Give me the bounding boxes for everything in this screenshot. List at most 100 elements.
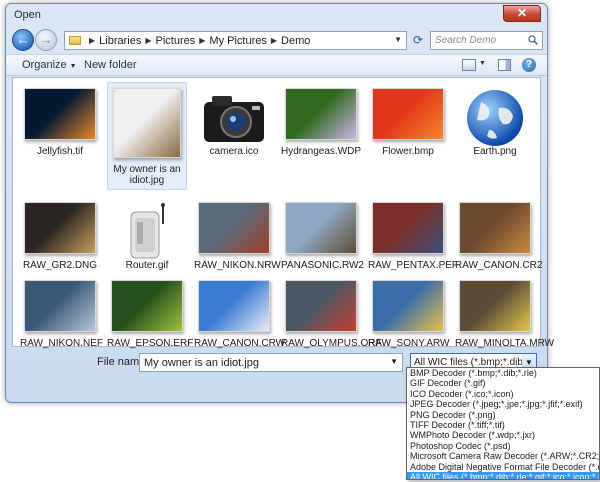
breadcrumb-libraries[interactable]: Libraries [99, 35, 141, 47]
camera-icon [198, 88, 270, 142]
file-item[interactable]: RAW_OLYMPUS.ORF [281, 280, 382, 349]
file-name-input[interactable]: My owner is an idiot.jpg ▼ [139, 353, 403, 372]
globe-icon [459, 88, 531, 146]
navigation-bar: ← → ▶ Libraries ▶ Pictures ▶ My Pictures… [6, 26, 547, 54]
preview-pane-icon[interactable] [498, 59, 511, 71]
file-item[interactable]: Jellyfish.tif [20, 88, 100, 157]
file-item[interactable]: PANASONIC.RW2 [281, 202, 364, 271]
file-thumbnail [24, 202, 96, 254]
file-name: Hydrangeas.WDP [281, 146, 362, 157]
file-type-option[interactable]: GIF Decoder (*.gif) [407, 378, 599, 388]
title-bar: Open ✕ [6, 4, 547, 26]
file-type-option[interactable]: TIFF Decoder (*.tiff;*.tif) [407, 420, 599, 430]
file-thumbnail [113, 88, 181, 158]
file-name: RAW_CANON.CRW [194, 338, 286, 349]
file-name-value: My owner is an idiot.jpg [144, 357, 259, 369]
search-placeholder: Search Demo [435, 35, 497, 46]
file-item[interactable]: RAW_CANON.CRW [194, 280, 286, 349]
refresh-icon: ⟳ [412, 33, 424, 47]
command-bar: Organize ▼ New folder ▼ ? [6, 54, 547, 76]
back-button[interactable]: ← [12, 29, 34, 51]
file-thumbnail [372, 88, 444, 140]
file-name: Jellyfish.tif [36, 146, 84, 157]
search-icon [528, 35, 538, 45]
breadcrumb-my-pictures[interactable]: My Pictures [209, 35, 266, 47]
file-name: My owner is an idiot.jpg [113, 164, 181, 186]
file-thumbnail [372, 280, 444, 332]
caret-down-icon[interactable]: ▼ [479, 60, 486, 67]
caret-down-icon: ▼ [69, 63, 77, 70]
file-type-option[interactable]: PNG Decoder (*.png) [407, 410, 599, 420]
file-item[interactable]: Earth.png [455, 88, 535, 157]
router-icon [111, 202, 183, 259]
chevron-right-icon[interactable]: ▶ [199, 36, 205, 45]
file-thumbnail [459, 280, 531, 332]
file-item[interactable]: RAW_NIKON.NRW [194, 202, 281, 271]
file-item[interactable]: RAW_SONY.ARW [368, 280, 450, 349]
close-button[interactable]: ✕ [503, 5, 541, 22]
file-type-option[interactable]: All WIC files (*.bmp;*.dib;*.rle;*.gif;*… [407, 471, 599, 479]
file-thumbnail [24, 88, 96, 140]
file-name: PANASONIC.RW2 [281, 260, 364, 271]
refresh-button[interactable]: ⟳ [409, 31, 427, 50]
file-name: RAW_CANON.CR2 [455, 260, 543, 271]
file-name: RAW_NIKON.NEF [20, 338, 103, 349]
help-icon[interactable]: ? [522, 58, 536, 72]
file-name: RAW_SONY.ARW [368, 338, 450, 349]
organize-label: Organize [22, 59, 67, 71]
file-item[interactable]: RAW_EPSON.ERF [107, 280, 194, 349]
close-icon: ✕ [516, 6, 528, 20]
arrow-right-icon: → [39, 32, 53, 47]
file-type-option[interactable]: BMP Decoder (*.bmp;*.dib;*.rle) [407, 368, 599, 378]
file-thumbnail [459, 202, 531, 254]
file-name: RAW_OLYMPUS.ORF [281, 338, 382, 349]
file-name: Flower.bmp [382, 146, 434, 157]
file-name: RAW_PENTAX.PEF [368, 260, 459, 271]
file-item[interactable]: RAW_PENTAX.PEF [368, 202, 459, 271]
file-type-dropdown[interactable]: BMP Decoder (*.bmp;*.dib;*.rle) GIF Decod… [406, 367, 600, 480]
file-type-option[interactable]: Photoshop Codec (*.psd) [407, 441, 599, 451]
file-list[interactable]: Jellyfish.tif My owner is an idiot.jpg cam… [12, 77, 555, 349]
file-thumbnail [285, 280, 357, 332]
chevron-right-icon[interactable]: ▶ [89, 36, 95, 45]
file-thumbnail [198, 202, 270, 254]
file-item[interactable]: Router.gif [107, 202, 187, 271]
window-title: Open [14, 9, 41, 21]
file-type-option[interactable]: JPEG Decoder (*.jpeg;*.jpe;*.jpg;*.jfif;… [407, 399, 599, 409]
chevron-right-icon[interactable]: ▶ [145, 36, 151, 45]
file-name: RAW_EPSON.ERF [107, 338, 194, 349]
file-item[interactable]: RAW_CANON.CR2 [455, 202, 543, 271]
file-item[interactable]: RAW_NIKON.NEF [20, 280, 103, 349]
forward-button[interactable]: → [35, 29, 57, 51]
file-item[interactable]: RAW_GR2.DNG [20, 202, 100, 271]
chevron-down-icon[interactable]: ▼ [390, 357, 398, 366]
search-input[interactable]: Search Demo [430, 31, 543, 50]
organize-button[interactable]: Organize ▼ [22, 59, 77, 71]
view-icon[interactable] [462, 59, 476, 71]
file-type-option[interactable]: Adobe Digital Negative Format File Decod… [407, 462, 599, 472]
file-name: RAW_GR2.DNG [22, 260, 98, 271]
breadcrumb-pictures[interactable]: Pictures [156, 35, 196, 47]
file-name: RAW_MINOLTA.MRW [455, 338, 555, 349]
file-type-option[interactable]: ICO Decoder (*.ico;*.icon) [407, 389, 599, 399]
address-bar[interactable]: ▶ Libraries ▶ Pictures ▶ My Pictures ▶ D… [64, 31, 407, 50]
file-item[interactable]: Flower.bmp [368, 88, 448, 157]
file-item[interactable]: My owner is an idiot.jpg [107, 82, 187, 190]
file-item[interactable]: Hydrangeas.WDP [281, 88, 361, 157]
file-thumbnail [24, 280, 96, 332]
arrow-left-icon: ← [16, 32, 30, 47]
file-type-option[interactable]: Microsoft Camera Raw Decoder (*.ARW;*.CR… [407, 451, 599, 461]
new-folder-button[interactable]: New folder [84, 59, 137, 71]
chevron-right-icon[interactable]: ▶ [271, 36, 277, 45]
folder-icon [69, 36, 81, 45]
file-thumbnail [285, 202, 357, 254]
chevron-down-icon[interactable]: ▼ [394, 35, 402, 44]
file-item[interactable]: RAW_MINOLTA.MRW [455, 280, 555, 349]
file-thumbnail [111, 280, 183, 332]
breadcrumb-demo[interactable]: Demo [281, 35, 310, 47]
file-item[interactable]: camera.ico [194, 88, 274, 157]
file-thumbnail [285, 88, 357, 140]
file-type-option[interactable]: WMPhoto Decoder (*.wdp;*.jxr) [407, 430, 599, 440]
file-thumbnail [372, 202, 444, 254]
open-dialog: Open ✕ ← → ▶ Libraries ▶ Pictures ▶ My P… [5, 3, 555, 403]
